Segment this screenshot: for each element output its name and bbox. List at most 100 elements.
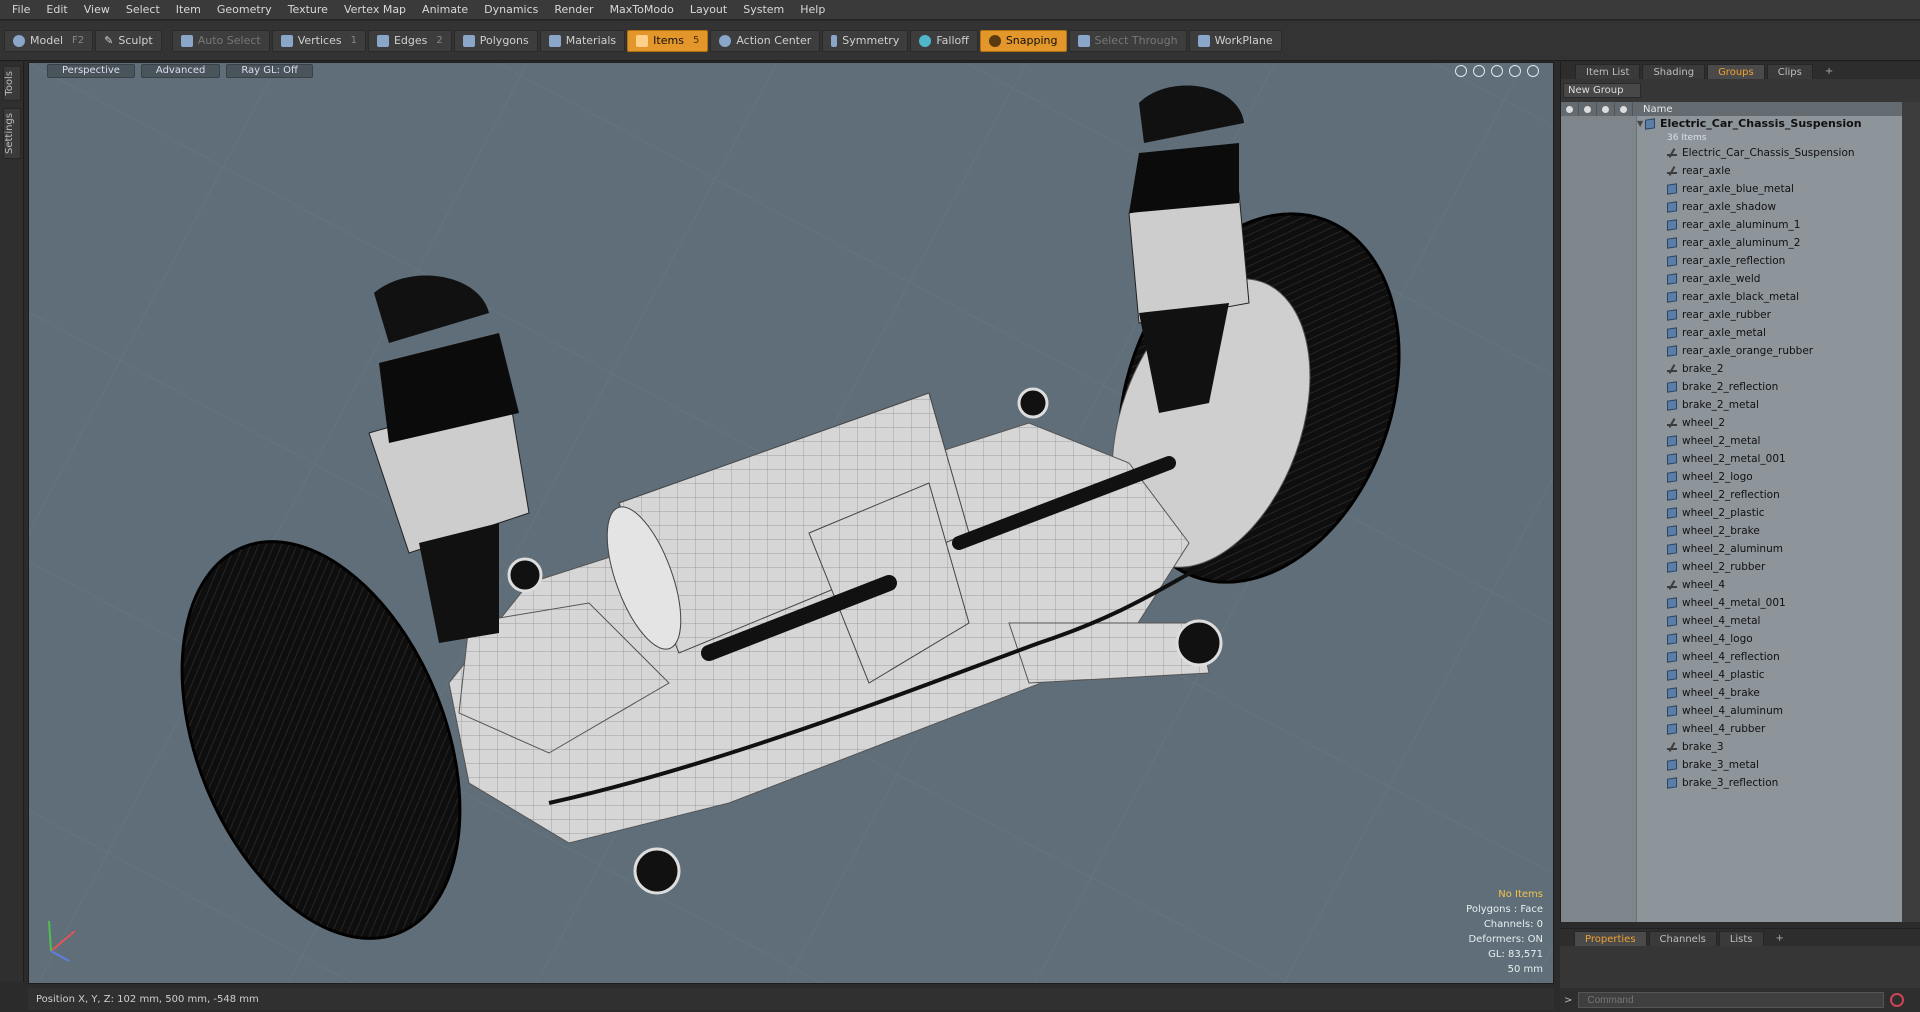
- add-bottom-tab-button[interactable]: +: [1766, 931, 1794, 946]
- chevron-right-icon[interactable]: >: [1564, 995, 1572, 1006]
- new-group-button[interactable]: New Group: [1563, 83, 1641, 98]
- menu-geometry[interactable]: Geometry: [209, 0, 280, 20]
- list-item-label: wheel_2: [1682, 417, 1726, 429]
- tab-properties[interactable]: Properties: [1574, 931, 1647, 946]
- list-item[interactable]: wheel_2_brake: [1637, 522, 1903, 540]
- list-item[interactable]: Electric_Car_Chassis_Suspension: [1637, 144, 1903, 162]
- list-item[interactable]: rear_axle: [1637, 162, 1903, 180]
- rotate-icon[interactable]: [1473, 65, 1485, 77]
- group-row[interactable]: ▼ Electric_Car_Chassis_Suspension: [1637, 116, 1903, 132]
- list-item[interactable]: rear_axle_black_metal: [1637, 288, 1903, 306]
- menu-view[interactable]: View: [76, 0, 118, 20]
- list-item[interactable]: rear_axle_aluminum_2: [1637, 234, 1903, 252]
- tab-clips[interactable]: Clips: [1766, 64, 1813, 79]
- list-item[interactable]: wheel_4_metal_001: [1637, 594, 1903, 612]
- name-column-header[interactable]: Name: [1633, 104, 1673, 115]
- menu-file[interactable]: File: [4, 0, 38, 20]
- list-item[interactable]: rear_axle_aluminum_1: [1637, 216, 1903, 234]
- tab-groups[interactable]: Groups: [1707, 64, 1765, 79]
- settings-tab[interactable]: Settings: [3, 108, 21, 160]
- menu-dynamics[interactable]: Dynamics: [476, 0, 546, 20]
- list-item[interactable]: brake_2_metal: [1637, 396, 1903, 414]
- command-input[interactable]: [1578, 992, 1885, 1008]
- menu-texture[interactable]: Texture: [280, 0, 336, 20]
- list-item[interactable]: wheel_4_plastic: [1637, 666, 1903, 684]
- lock-column-icon[interactable]: [1597, 102, 1615, 116]
- list-item[interactable]: brake_3: [1637, 738, 1903, 756]
- stop-icon[interactable]: [1890, 993, 1905, 1007]
- items-button[interactable]: Items 5: [627, 29, 709, 52]
- list-item[interactable]: wheel_2_plastic: [1637, 504, 1903, 522]
- list-item[interactable]: brake_2_reflection: [1637, 378, 1903, 396]
- menu-select[interactable]: Select: [118, 0, 168, 20]
- polygons-button[interactable]: Polygons: [453, 29, 538, 52]
- list-item[interactable]: wheel_4_reflection: [1637, 648, 1903, 666]
- list-item[interactable]: rear_axle_metal: [1637, 324, 1903, 342]
- maximize-icon[interactable]: [1509, 65, 1521, 77]
- tab-shading[interactable]: Shading: [1642, 64, 1706, 79]
- menu-vertex-map[interactable]: Vertex Map: [336, 0, 414, 20]
- snapping-button[interactable]: Snapping: [979, 29, 1067, 52]
- auto-select-button[interactable]: Auto Select: [171, 29, 270, 52]
- tools-tab[interactable]: Tools: [3, 66, 21, 101]
- list-item[interactable]: rear_axle_reflection: [1637, 252, 1903, 270]
- toggle-columns[interactable]: [1561, 116, 1637, 922]
- gear-icon[interactable]: [1527, 65, 1539, 77]
- zoom-icon[interactable]: [1491, 65, 1503, 77]
- list-item[interactable]: wheel_4_aluminum: [1637, 702, 1903, 720]
- menu-item[interactable]: Item: [168, 0, 209, 20]
- menu-system[interactable]: System: [735, 0, 792, 20]
- list-item[interactable]: wheel_2_rubber: [1637, 558, 1903, 576]
- menu-render[interactable]: Render: [546, 0, 601, 20]
- visibility-column-icon[interactable]: [1561, 102, 1579, 116]
- view-mode-button[interactable]: Perspective: [47, 64, 135, 78]
- list-item[interactable]: wheel_4: [1637, 576, 1903, 594]
- list-item[interactable]: wheel_2_metal: [1637, 432, 1903, 450]
- add-tab-button[interactable]: +: [1815, 64, 1843, 79]
- tab-lists[interactable]: Lists: [1718, 931, 1764, 946]
- raygl-button[interactable]: Ray GL: Off: [226, 64, 313, 78]
- list-item[interactable]: rear_axle_weld: [1637, 270, 1903, 288]
- select-column-icon[interactable]: [1615, 102, 1633, 116]
- list-item[interactable]: wheel_2: [1637, 414, 1903, 432]
- list-item[interactable]: wheel_4_brake: [1637, 684, 1903, 702]
- vertices-button[interactable]: Vertices 1: [271, 29, 366, 52]
- list-item[interactable]: wheel_4_rubber: [1637, 720, 1903, 738]
- shading-mode-button[interactable]: Advanced: [140, 64, 221, 78]
- list-item[interactable]: wheel_2_reflection: [1637, 486, 1903, 504]
- edges-button[interactable]: Edges 2: [367, 29, 452, 52]
- materials-button[interactable]: Materials: [539, 29, 626, 52]
- render-column-icon[interactable]: [1579, 102, 1597, 116]
- list-item[interactable]: brake_3_metal: [1637, 756, 1903, 774]
- select-through-button[interactable]: Select Through: [1068, 29, 1187, 52]
- symmetry-button[interactable]: Symmetry: [822, 29, 909, 52]
- list-item[interactable]: rear_axle_shadow: [1637, 198, 1903, 216]
- tab-channels[interactable]: Channels: [1648, 931, 1717, 946]
- list-item[interactable]: wheel_4_logo: [1637, 630, 1903, 648]
- list-item[interactable]: rear_axle_orange_rubber: [1637, 342, 1903, 360]
- list-item[interactable]: rear_axle_rubber: [1637, 306, 1903, 324]
- menu-maxtomodo[interactable]: MaxToModo: [602, 0, 682, 20]
- expand-triangle-icon[interactable]: ▼: [1637, 115, 1645, 133]
- 3d-viewport[interactable]: Perspective Advanced Ray GL: Off No Item…: [28, 62, 1554, 984]
- falloff-button[interactable]: Falloff: [910, 29, 978, 52]
- menu-layout[interactable]: Layout: [682, 0, 735, 20]
- list-scrollbar[interactable]: [1902, 102, 1920, 922]
- workplane-button[interactable]: WorkPlane: [1188, 29, 1282, 52]
- menu-edit[interactable]: Edit: [38, 0, 75, 20]
- action-center-button[interactable]: Action Center: [710, 29, 821, 52]
- list-item[interactable]: wheel_2_aluminum: [1637, 540, 1903, 558]
- list-item[interactable]: brake_3_reflection: [1637, 774, 1903, 792]
- menu-help[interactable]: Help: [792, 0, 833, 20]
- model-button[interactable]: Model F2: [4, 29, 94, 52]
- sculpt-button[interactable]: ✎ Sculpt: [95, 29, 162, 52]
- menu-animate[interactable]: Animate: [414, 0, 476, 20]
- polygons-label: Polygons : Face: [1466, 904, 1543, 915]
- list-item[interactable]: wheel_2_metal_001: [1637, 450, 1903, 468]
- list-item[interactable]: rear_axle_blue_metal: [1637, 180, 1903, 198]
- list-item[interactable]: brake_2: [1637, 360, 1903, 378]
- list-item[interactable]: wheel_2_logo: [1637, 468, 1903, 486]
- pan-icon[interactable]: [1455, 65, 1467, 77]
- tab-item-list[interactable]: Item List: [1575, 64, 1641, 79]
- list-item[interactable]: wheel_4_metal: [1637, 612, 1903, 630]
